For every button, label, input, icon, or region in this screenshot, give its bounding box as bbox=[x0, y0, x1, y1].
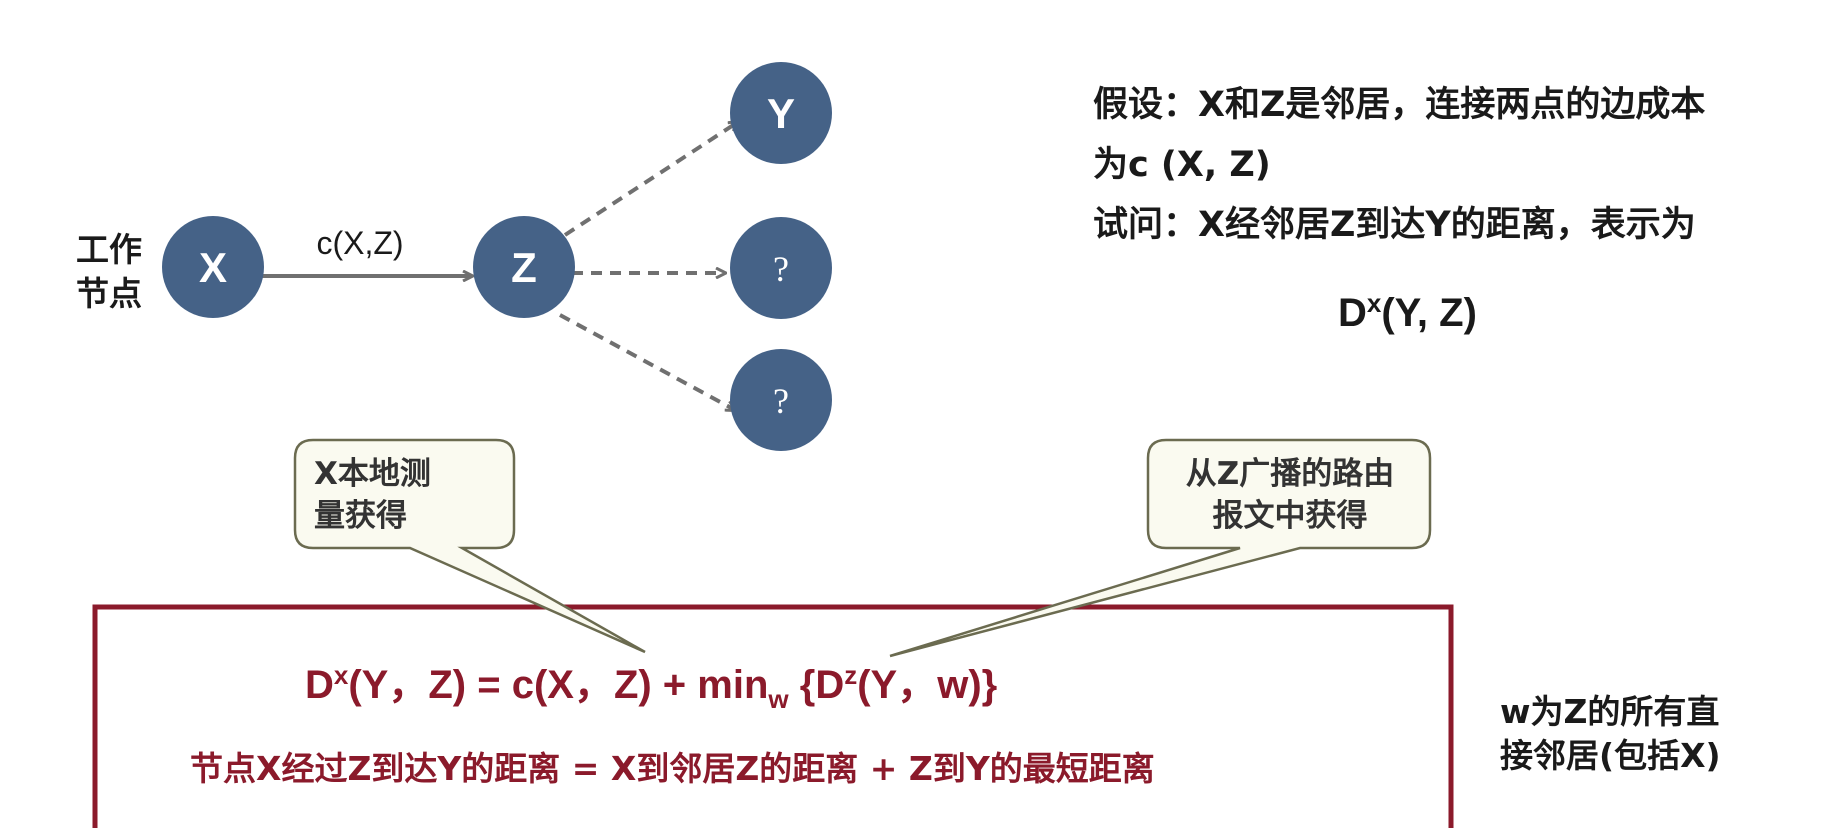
node-y: Y bbox=[730, 62, 832, 164]
work-node-label-line-2: 节点 bbox=[76, 274, 142, 313]
info-line-2: 为c (X, Z) bbox=[1093, 145, 1271, 185]
edge-z-y bbox=[563, 122, 738, 237]
formula-description: 节点X经过Z到达Y的距离 = X到邻居Z的距离 + Z到Y的最短距离 bbox=[190, 749, 1155, 788]
info-line-1: 假设：X和Z是邻居，连接两点的边成本 bbox=[1093, 85, 1706, 125]
node-unknown-1: ? bbox=[730, 217, 832, 319]
node-z-label: Z bbox=[511, 244, 537, 291]
callout-broadcast-text: 从Z广播的路由 报文中获得 bbox=[1168, 453, 1412, 537]
distance-base: D bbox=[1338, 291, 1367, 335]
distance-notation: Dx(Y, Z) bbox=[1338, 288, 1477, 336]
node-unknown-2-label: ? bbox=[773, 381, 789, 421]
callout-local-text: X本地测 量获得 bbox=[314, 453, 431, 537]
work-node-label-line-1: 工作 bbox=[76, 230, 142, 269]
side-note: w为Z的所有直 接邻居(包括X) bbox=[1500, 690, 1721, 778]
node-z: Z bbox=[473, 216, 575, 318]
side-note-line-2: 接邻居(包括X) bbox=[1500, 736, 1721, 775]
callout-local-line-1: X本地测 bbox=[314, 456, 431, 492]
callout-broadcast-line-1: 从Z广播的路由 bbox=[1185, 456, 1395, 492]
formula: Dx(Y，Z) = c(X，Z) + minw {Dz(Y，w)} bbox=[305, 652, 997, 715]
formula-lhs-sup: x bbox=[333, 660, 349, 690]
node-x-label: X bbox=[199, 244, 227, 291]
side-note-line-1: w为Z的所有直 bbox=[1500, 692, 1720, 731]
node-y-label: Y bbox=[767, 90, 795, 137]
formula-lhs-args: (Y，Z) = c(X，Z) + min bbox=[348, 663, 769, 707]
callout-broadcast-line-2: 报文中获得 bbox=[1212, 498, 1368, 534]
info-line-3: 试问：X经邻居Z到达Y的距离，表示为 bbox=[1093, 205, 1696, 245]
edge-label: c(X,Z) bbox=[316, 225, 403, 261]
formula-sub: w bbox=[768, 684, 789, 714]
node-unknown-2: ? bbox=[730, 349, 832, 451]
formula-rhs-args: (Y，w)} bbox=[857, 663, 998, 707]
callout-local-line-2: 量获得 bbox=[314, 498, 407, 534]
distance-sup: x bbox=[1366, 288, 1382, 318]
distance-args: (Y, Z) bbox=[1381, 291, 1477, 335]
node-unknown-1-label: ? bbox=[773, 249, 789, 289]
node-x: X bbox=[162, 216, 264, 318]
formula-box bbox=[92, 604, 1454, 828]
formula-lhs-base: D bbox=[305, 663, 334, 707]
edge-z-q2 bbox=[559, 313, 735, 410]
formula-rhs-open: {D bbox=[788, 663, 845, 707]
formula-rhs-sup: z bbox=[844, 660, 858, 690]
work-node-label: 工作 节点 bbox=[76, 228, 142, 316]
